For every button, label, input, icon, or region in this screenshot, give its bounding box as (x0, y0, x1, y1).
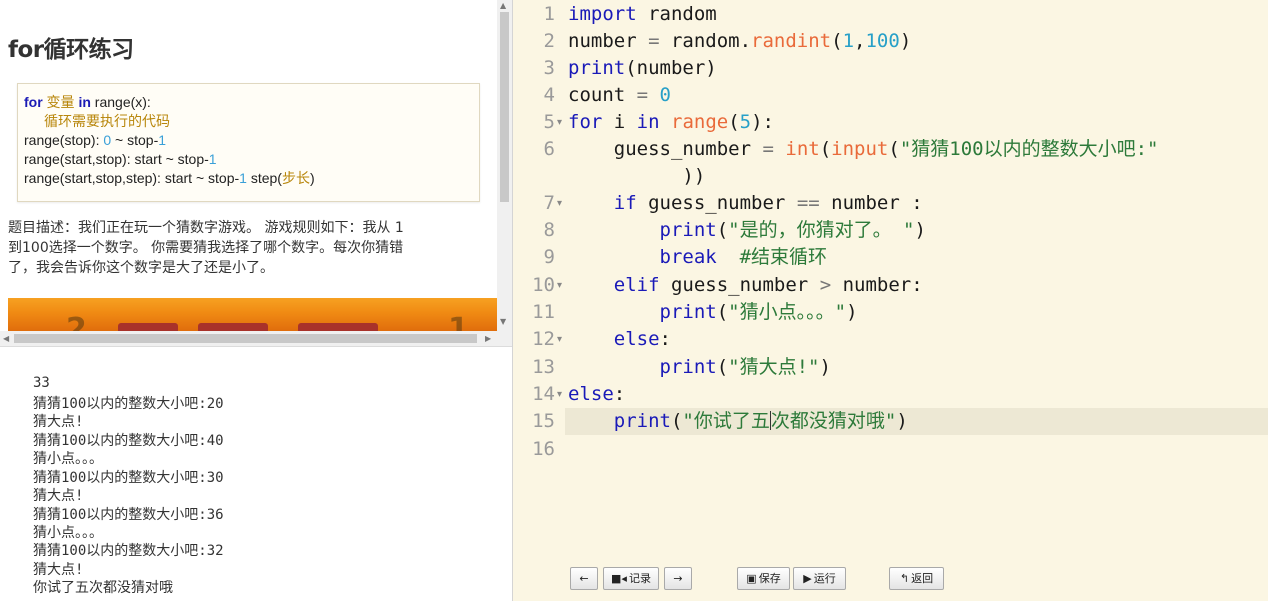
syntax-body: 循环需要执行的代码 (44, 113, 170, 129)
code-line: print(number) (568, 57, 717, 79)
redo-forward-button[interactable]: → (664, 567, 692, 590)
line-number: 6 (543, 138, 555, 160)
console-line: 猜大点! (33, 562, 84, 578)
line-number: 2 (543, 30, 555, 52)
scroll-right-icon[interactable]: ▶ (485, 334, 491, 343)
line-number-gutter: 1 2 3 4 5 6 7 8 9 10 11 12 13 14 15 16 ▾… (513, 0, 565, 601)
line-number: 9 (543, 246, 555, 268)
code-line: print("是的，你猜对了。 ") (659, 219, 926, 241)
console-line: 猜猜100以内的整数大小吧:40 (33, 433, 224, 449)
fold-marker-icon[interactable]: ▾ (557, 109, 565, 136)
syntax-for-line: for 变量 in range(x): (24, 93, 479, 112)
line-number: 16 (532, 438, 555, 460)
output-console: 33 猜猜100以内的整数大小吧:20 猜大点! 猜猜100以内的整数大小吧:4… (0, 346, 512, 601)
banner-glyph: 1 (448, 312, 469, 331)
problem-description: 题目描述：我们正在玩一个猜数字游戏。 游戏规则如下：我从 1 到100选择一个数… (8, 218, 483, 278)
console-line: 猜猜100以内的整数大小吧:36 (33, 507, 224, 523)
code-line: guess_number = int(input("猜猜100以内的整数大小吧:… (568, 138, 1159, 160)
banner-block (118, 323, 178, 331)
lesson-horizontal-scrollbar[interactable]: ◀ ▶ (0, 331, 497, 346)
syntax-for-keyword: for (24, 94, 43, 110)
code-line: print("猜小点。。。") (659, 301, 858, 323)
lesson-vertical-scrollbar[interactable]: ▲ ▼ (497, 0, 512, 331)
syntax-range-call: range(x): (90, 94, 151, 110)
scroll-down-icon[interactable]: ▼ (500, 318, 506, 326)
scroll-thumb[interactable] (500, 12, 509, 202)
banner-block (198, 323, 268, 331)
arrow-left-icon: ← (579, 572, 589, 585)
code-editor[interactable]: 1 2 3 4 5 6 7 8 9 10 11 12 13 14 15 16 ▾… (513, 0, 1268, 601)
scrollbar-corner (497, 331, 512, 346)
lesson-banner-image: 2 1 (8, 298, 497, 331)
description-line: 题目描述：我们正在玩一个猜数字游戏。 游戏规则如下：我从 1 (8, 220, 404, 236)
code-line: import random (568, 3, 717, 25)
scroll-thumb[interactable] (14, 334, 477, 343)
lesson-pane: for循环练习 for 变量 in range(x): 循环需要执行的代码 ra… (0, 0, 512, 346)
console-line: 猜大点! (33, 488, 84, 504)
lesson-content: for循环练习 for 变量 in range(x): 循环需要执行的代码 ra… (0, 0, 497, 331)
code-line-active: print("你试了五次都没猜对哦") (613, 410, 908, 432)
line-number: 4 (543, 84, 555, 106)
console-line: 猜大点! (33, 414, 84, 430)
lesson-title: for循环练习 (8, 37, 134, 63)
code-line: break #结束循环 (659, 246, 828, 268)
console-line: 你试了五次都没猜对哦 (33, 580, 173, 596)
syntax-range-start-stop: range(start,stop): start ~ stop-1 (24, 151, 217, 167)
banner-block (298, 323, 378, 331)
console-line: 猜小点。。。 (33, 451, 103, 467)
scroll-left-icon[interactable]: ◀ (3, 334, 9, 343)
line-number: 13 (532, 356, 555, 378)
syntax-in-keyword: in (78, 94, 91, 110)
camera-icon: ■◂ (611, 572, 627, 585)
code-line: else: (568, 383, 626, 405)
banner-glyph: 2 (66, 312, 87, 331)
code-line: print("猜大点!") (659, 356, 831, 378)
floppy-disk-icon: ▣ (746, 572, 757, 585)
play-icon: ▶ (803, 572, 812, 585)
line-number: 8 (543, 219, 555, 241)
run-button[interactable]: ▶ 运行 (793, 567, 846, 590)
console-line: 33 (33, 375, 50, 391)
undo-back-button[interactable]: ← (570, 567, 598, 590)
fold-marker-icon[interactable]: ▾ (557, 272, 565, 299)
syntax-variable: 变量 (42, 94, 79, 110)
code-line: for i in range(5): (568, 111, 774, 133)
code-line: number = random.randint(1,100) (568, 30, 912, 52)
description-line: 了，我会告诉你这个数字是大了还是小了。 (8, 260, 274, 276)
arrow-right-icon: → (673, 572, 683, 585)
syntax-range-stop: range(stop): 0 ~ stop-1 (24, 132, 167, 148)
code-line-wrap: )) (568, 165, 706, 187)
fold-marker-icon[interactable]: ▾ (557, 381, 565, 408)
syntax-range-start-stop-step: range(start,stop,step): start ~ stop-1 s… (24, 170, 315, 186)
console-line: 猜小点。。。 (33, 525, 103, 541)
syntax-box: for 变量 in range(x): 循环需要执行的代码 range(stop… (17, 83, 480, 202)
console-line: 猜猜100以内的整数大小吧:32 (33, 543, 224, 559)
code-line: elif guess_number > number: (613, 274, 923, 296)
save-button[interactable]: ▣ 保存 (737, 567, 790, 590)
scroll-up-icon[interactable]: ▲ (500, 2, 506, 10)
code-line: if guess_number == number : (613, 192, 923, 214)
fold-marker-icon[interactable]: ▾ (557, 190, 565, 217)
console-line: 猜猜100以内的整数大小吧:30 (33, 470, 224, 486)
line-number: 11 (532, 301, 555, 323)
line-number: 15 (532, 410, 555, 432)
code-line: count = 0 (568, 84, 671, 106)
return-arrow-icon: ↰ (899, 572, 910, 585)
line-number: 1 (543, 3, 555, 25)
return-button[interactable]: ↰ 返回 (889, 567, 944, 590)
code-line: else: (613, 328, 671, 350)
line-number: 3 (543, 57, 555, 79)
record-button[interactable]: ■◂ 记录 (603, 567, 659, 590)
description-line: 到100选择一个数字。 你需要猜我选择了哪个数字。每次你猜错 (8, 240, 404, 256)
console-line: 猜猜100以内的整数大小吧:20 (33, 396, 224, 412)
fold-marker-icon[interactable]: ▾ (557, 326, 565, 353)
